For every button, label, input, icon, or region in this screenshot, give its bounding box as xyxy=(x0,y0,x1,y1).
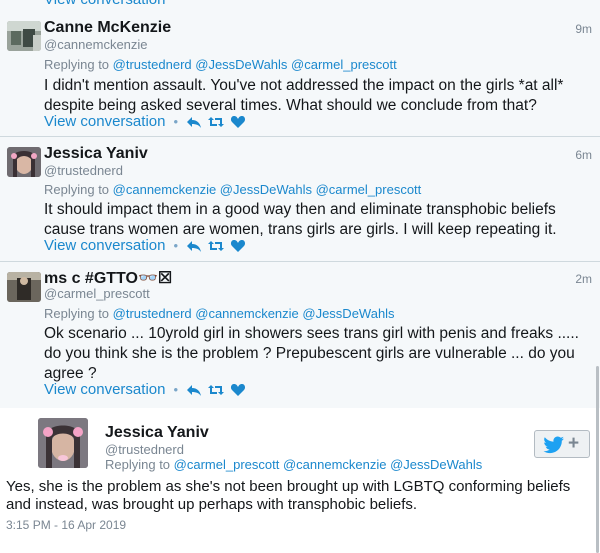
tweet-time[interactable]: 2m xyxy=(575,272,592,286)
avatar-image xyxy=(38,418,88,468)
tweet-jessica-yaniv[interactable]: Jessica Yaniv @trustednerd 6m Replying t… xyxy=(0,137,600,262)
replying-label: Replying to xyxy=(44,57,110,72)
separator-dot: • xyxy=(173,382,179,397)
tweet-actions: View conversation • xyxy=(44,381,246,398)
retweet-icon[interactable] xyxy=(208,239,225,253)
like-heart-icon[interactable] xyxy=(230,383,246,397)
focused-tweet[interactable]: Jessica Yaniv @trustednerd Replying to @… xyxy=(0,408,600,553)
replying-to: Replying to @cannemckenzie @JessDeWahls … xyxy=(44,182,421,197)
reply-icon[interactable] xyxy=(186,115,202,129)
author-name[interactable]: Jessica Yaniv xyxy=(105,424,209,442)
tweet-canne-mckenzie[interactable]: Canne McKenzie @cannemckenzie 9m Replyin… xyxy=(0,7,600,137)
author-name[interactable]: ms c #GTTO👓☒ xyxy=(44,268,172,288)
tweet-time[interactable]: 9m xyxy=(575,22,592,36)
retweet-icon[interactable] xyxy=(208,383,225,397)
reply-mentions[interactable]: @carmel_prescott @cannemckenzie @JessDeW… xyxy=(174,457,483,472)
reply-icon[interactable] xyxy=(186,383,202,397)
avatar[interactable] xyxy=(7,147,41,177)
author-handle[interactable]: @cannemckenzie xyxy=(44,37,148,52)
author-handle[interactable]: @trustednerd xyxy=(44,163,123,178)
view-conversation-link[interactable]: View conversation xyxy=(44,381,165,398)
replying-to: Replying to @trustednerd @JessDeWahls @c… xyxy=(44,57,397,72)
reply-mentions[interactable]: @trustednerd @cannemckenzie @JessDeWahls xyxy=(113,306,395,321)
tweet-text: Yes, she is the problem as she's not bee… xyxy=(6,478,571,513)
author-handle[interactable]: @carmel_prescott xyxy=(44,286,150,301)
tweet-time[interactable]: 6m xyxy=(575,148,592,162)
avatar-image xyxy=(7,21,41,51)
avatar[interactable] xyxy=(38,418,88,468)
tweet-text: It should impact them in a good way then… xyxy=(44,201,557,238)
replying-to: Replying to @carmel_prescott @cannemcken… xyxy=(105,457,482,472)
author-name[interactable]: Canne McKenzie xyxy=(44,19,171,37)
twitter-bird-icon xyxy=(543,436,564,454)
author-handle[interactable]: @trustednerd xyxy=(105,442,184,457)
replying-to: Replying to @trustednerd @cannemckenzie … xyxy=(44,306,395,321)
scrollbar[interactable] xyxy=(596,366,599,553)
tweet-timestamp[interactable]: 3:15 PM - 16 Apr 2019 xyxy=(6,518,126,532)
reply-icon[interactable] xyxy=(186,239,202,253)
reply-mentions[interactable]: @trustednerd @JessDeWahls @carmel_presco… xyxy=(113,57,397,72)
avatar-image xyxy=(7,272,41,302)
like-heart-icon[interactable] xyxy=(230,115,246,129)
tweet-text: I didn't mention assault. You've not add… xyxy=(44,77,564,114)
tweet-actions: View conversation • xyxy=(44,237,246,254)
avatar[interactable] xyxy=(7,272,41,302)
replying-label: Replying to xyxy=(44,306,110,321)
tweet-ms-c-gtto[interactable]: ms c #GTTO👓☒ @carmel_prescott 2m Replyin… xyxy=(0,262,600,408)
like-heart-icon[interactable] xyxy=(230,239,246,253)
conversation-thread: View conversation Canne McKenzie @cannem… xyxy=(0,0,600,553)
retweet-icon[interactable] xyxy=(208,115,225,129)
view-conversation-link[interactable]: View conversation xyxy=(44,113,165,130)
replying-label: Replying to xyxy=(105,457,171,472)
separator-dot: • xyxy=(173,238,179,253)
reply-mentions[interactable]: @cannemckenzie @JessDeWahls @carmel_pres… xyxy=(113,182,422,197)
tweet-text: Ok scenario ... 10yrold girl in showers … xyxy=(44,325,579,382)
tweet-actions: View conversation • xyxy=(44,113,246,130)
avatar[interactable] xyxy=(7,21,41,51)
view-conversation-link[interactable]: View conversation xyxy=(44,237,165,254)
separator-dot: • xyxy=(173,114,179,129)
author-name[interactable]: Jessica Yaniv xyxy=(44,145,148,163)
follow-plus: + xyxy=(568,433,580,454)
replying-label: Replying to xyxy=(44,182,110,197)
follow-button[interactable]: + xyxy=(534,430,590,458)
avatar-image xyxy=(7,147,41,177)
